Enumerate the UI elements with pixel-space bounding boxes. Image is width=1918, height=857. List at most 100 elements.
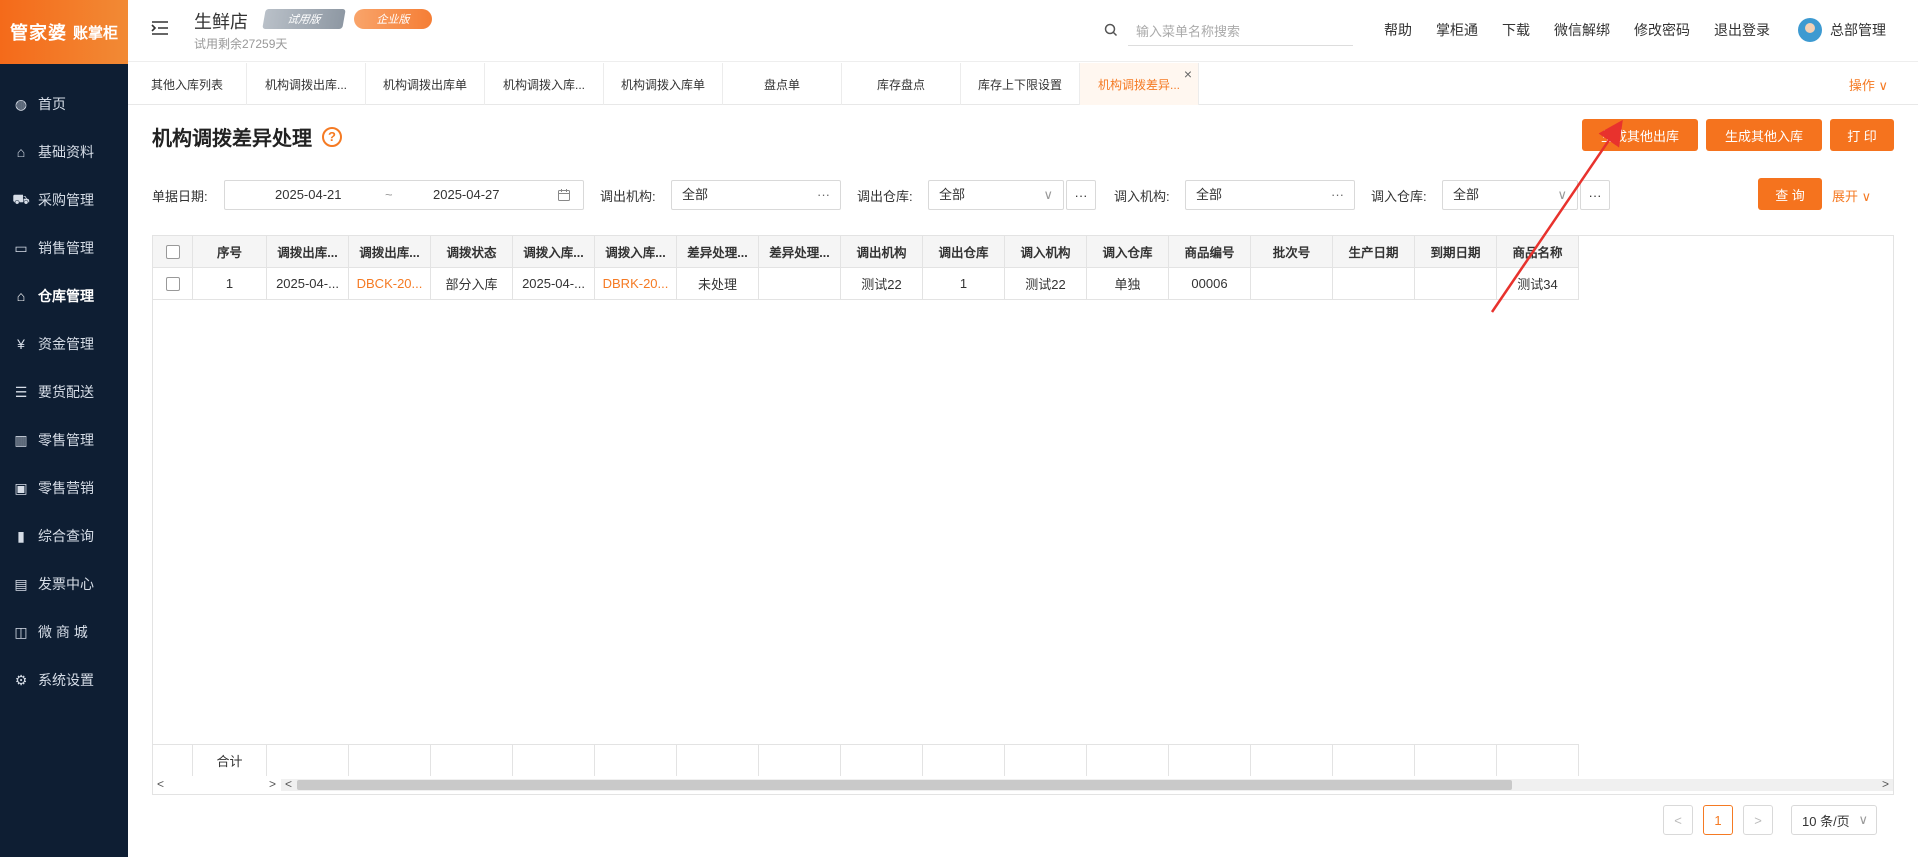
sidebar-item-1[interactable]: ⌂ 基础资料 [0,128,128,176]
column-header[interactable]: 调拨入库... [513,236,595,267]
column-header[interactable]: 调出机构 [841,236,923,267]
generate-other-outbound-button[interactable]: 生成其他出库 [1582,119,1698,151]
tab-8[interactable]: 机构调拨差异... × [1080,63,1199,105]
tab-1[interactable]: 机构调拨出库... [247,63,366,105]
sidebar-item-12[interactable]: ⚙ 系统设置 [0,656,128,704]
tab-4[interactable]: 机构调拨入库单 [604,63,723,105]
generate-other-inbound-button[interactable]: 生成其他入库 [1706,119,1822,151]
out-org-select[interactable]: 全部 ··· [671,180,841,210]
select-all-checkbox[interactable] [165,244,180,259]
sidebar-item-10[interactable]: ▤ 发票中心 [0,560,128,608]
date-range-picker[interactable]: 2025-04-21 ~ 2025-04-27 [224,180,584,210]
change-password-link[interactable]: 修改密码 [1634,20,1690,40]
table-row[interactable]: 1 2025-04-... DBCK-20... 部分入库 2025-04-... DBR… [153,268,1579,300]
out-warehouse-select[interactable]: 全部 ∨ [928,180,1064,210]
scroll-right-icon[interactable]: > [269,777,276,791]
scroll-left-icon[interactable]: < [285,777,292,791]
column-header[interactable]: 序号 [193,236,267,267]
next-page-button[interactable]: > [1743,805,1773,835]
column-header[interactable]: 调拨出库... [267,236,349,267]
column-header[interactable]: 商品编号 [1169,236,1251,267]
column-header[interactable]: 调入机构 [1005,236,1087,267]
out-warehouse-more-button[interactable]: ··· [1066,180,1096,210]
tab-5[interactable]: 盘点单 [723,63,842,105]
date-separator: ~ [385,187,393,202]
help-link[interactable]: 帮助 [1384,20,1412,40]
sidebar-item-label: 首页 [38,96,66,112]
tab-7[interactable]: 库存上下限设置 [961,63,1080,105]
column-header[interactable]: 调入仓库 [1087,236,1169,267]
scroll-right-icon[interactable]: > [1882,777,1889,791]
date-start: 2025-04-21 [275,187,342,202]
wechat-unbind-link[interactable]: 微信解绑 [1554,20,1610,40]
row-checkbox-cell[interactable] [153,268,193,299]
close-icon[interactable]: × [1184,66,1192,82]
column-header[interactable]: 调拨入库... [595,236,677,267]
column-header[interactable]: 调拨状态 [431,236,513,267]
menu-search-input[interactable] [1128,18,1353,44]
column-header[interactable]: 商品名称 [1497,236,1579,267]
column-header[interactable]: 差异处理... [759,236,841,267]
footer-cell [1415,745,1497,776]
table-cell: 2025-04-... [513,268,595,299]
sidebar-item-6[interactable]: ☰ 要货配送 [0,368,128,416]
scroll-left-icon[interactable]: < [157,777,164,791]
out-org-label: 调出机构: [600,189,656,204]
document-link[interactable]: DBCK-20... [349,268,431,299]
tab-3[interactable]: 机构调拨入库... [485,63,604,105]
chevron-down-icon: ∨ [1043,187,1053,202]
download-link[interactable]: 下载 [1502,20,1530,40]
horizontal-scrollbar[interactable]: < > < > [153,776,1893,794]
query-button[interactable]: 查 询 [1758,178,1822,210]
footer-cell [267,745,349,776]
user-menu[interactable]: 总部管理 [1798,18,1886,42]
help-icon[interactable]: ? [322,126,342,147]
sidebar-item-8[interactable]: ▣ 零售营销 [0,464,128,512]
select-all-checkbox-cell[interactable] [153,236,193,267]
menu-collapse-icon[interactable] [150,18,170,38]
footer-cell [431,745,513,776]
sidebar-item-11[interactable]: ◫ 微 商 城 [0,608,128,656]
sidebar-item-9[interactable]: ▮ 综合查询 [0,512,128,560]
expand-filters-link[interactable]: 展开 ∨ [1832,186,1871,205]
prev-page-button[interactable]: < [1663,805,1693,835]
tab-2[interactable]: 机构调拨出库单 [366,63,485,105]
bag-icon: ◫ [14,623,28,640]
table-cell [759,268,841,299]
print-button[interactable]: 打 印 [1830,119,1894,151]
column-header[interactable]: 生产日期 [1333,236,1415,267]
sidebar-item-2[interactable]: ⛟ 采购管理 [0,176,128,224]
operations-menu[interactable]: 操作 ∨ [1849,75,1888,94]
column-header[interactable]: 调拨出库... [349,236,431,267]
zhangguitong-link[interactable]: 掌柜通 [1436,20,1478,40]
in-warehouse-more-button[interactable]: ··· [1580,180,1610,210]
scroll-thumb[interactable] [297,780,1512,790]
sidebar-item-0[interactable]: ◍ 首页 [0,80,128,128]
sidebar-item-5[interactable]: ¥ 资金管理 [0,320,128,368]
gear-icon: ⚙ [14,671,28,688]
sidebar: 管家婆 账掌柜 ◍ 首页 ⌂ 基础资料 ⛟ 采购管理 ▭ 销售管理 ⌂ 仓库管理 ¥ 资金管理 ☰ 要货配… [0,0,128,857]
sidebar-item-4[interactable]: ⌂ 仓库管理 [0,272,128,320]
page-size-select[interactable]: 10 条/页 ∨ [1791,805,1877,835]
tab-label: 库存盘点 [876,77,925,92]
in-warehouse-select[interactable]: 全部 ∨ [1442,180,1578,210]
in-org-select[interactable]: 全部 ··· [1185,180,1355,210]
sidebar-item-7[interactable]: ▥ 零售管理 [0,416,128,464]
table-cell: 单独 [1087,268,1169,299]
money-icon: ¥ [17,336,25,352]
row-checkbox[interactable] [165,276,180,291]
footer-cell [1005,745,1087,776]
column-header[interactable]: 到期日期 [1415,236,1497,267]
sidebar-item-3[interactable]: ▭ 销售管理 [0,224,128,272]
logout-link[interactable]: 退出登录 [1714,20,1770,40]
tab-6[interactable]: 库存盘点 [842,63,961,105]
chart-icon: ▥ [14,431,28,448]
page-number-button[interactable]: 1 [1703,805,1733,835]
column-header[interactable]: 差异处理... [677,236,759,267]
tab-0[interactable]: 其他入库列表 [128,63,247,105]
column-header[interactable]: 批次号 [1251,236,1333,267]
tab-label: 机构调拨入库... [502,77,585,92]
column-header[interactable]: 调出仓库 [923,236,1005,267]
document-link[interactable]: DBRK-20... [595,268,677,299]
tab-label: 库存上下限设置 [977,77,1062,92]
